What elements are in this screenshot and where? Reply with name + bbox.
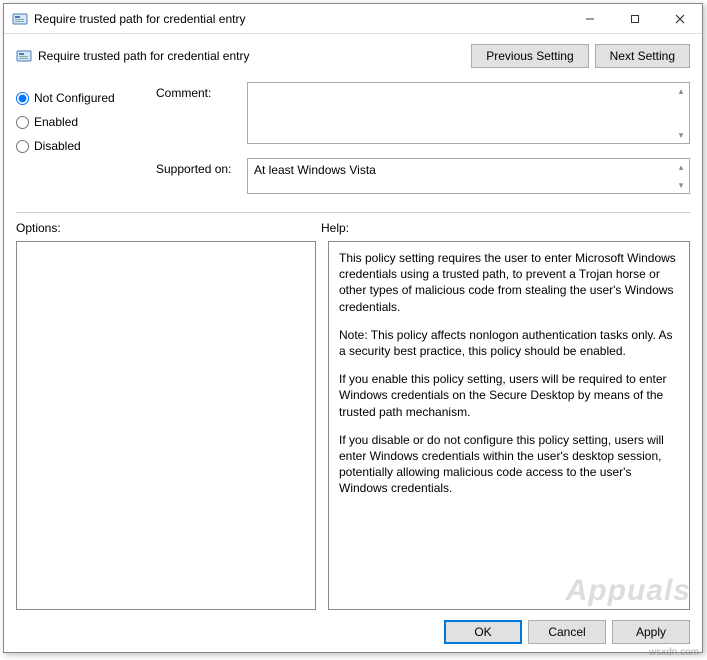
help-paragraph: Note: This policy affects nonlogon authe…: [339, 327, 679, 359]
lower-panel: This policy setting requires the user to…: [16, 241, 690, 610]
radio-disabled-input[interactable]: [16, 140, 29, 153]
radio-label: Disabled: [34, 139, 81, 153]
fields-grid: Comment: ▴ ▾ Supported on: At least Wind…: [156, 82, 690, 194]
radio-enabled[interactable]: Enabled: [16, 110, 146, 134]
radio-not-configured[interactable]: Not Configured: [16, 86, 146, 110]
apply-button[interactable]: Apply: [612, 620, 690, 644]
supported-scrollbar[interactable]: ▴ ▾: [673, 159, 689, 193]
separator: [16, 212, 690, 213]
policy-icon: [12, 11, 28, 27]
next-setting-button[interactable]: Next Setting: [595, 44, 690, 68]
comment-value: [248, 83, 689, 91]
help-paragraph: If you disable or do not configure this …: [339, 432, 679, 497]
comment-label: Comment:: [156, 82, 241, 100]
cancel-button[interactable]: Cancel: [528, 620, 606, 644]
comment-scrollbar[interactable]: ▴ ▾: [673, 83, 689, 143]
header-row: Require trusted path for credential entr…: [16, 44, 690, 68]
comment-field[interactable]: ▴ ▾: [247, 82, 690, 144]
previous-setting-button[interactable]: Previous Setting: [471, 44, 588, 68]
radio-enabled-input[interactable]: [16, 116, 29, 129]
ok-button[interactable]: OK: [444, 620, 522, 644]
minimize-button[interactable]: [567, 4, 612, 33]
window-controls: [567, 4, 702, 33]
radio-label: Not Configured: [34, 91, 115, 105]
window-title: Require trusted path for credential entr…: [34, 12, 567, 26]
policy-name: Require trusted path for credential entr…: [38, 49, 471, 63]
help-paragraph: If you enable this policy setting, users…: [339, 371, 679, 420]
supported-on-value: At least Windows Vista: [248, 159, 689, 181]
pane-labels: Options: Help:: [16, 221, 690, 235]
nav-buttons: Previous Setting Next Setting: [471, 44, 690, 68]
upper-panel: Not Configured Enabled Disabled Comment:…: [16, 82, 690, 194]
scroll-down-icon[interactable]: ▾: [673, 177, 689, 193]
policy-icon: [16, 48, 32, 64]
content-area: Require trusted path for credential entr…: [4, 34, 702, 652]
scroll-up-icon[interactable]: ▴: [673, 83, 689, 99]
scroll-down-icon[interactable]: ▾: [673, 127, 689, 143]
footer-buttons: OK Cancel Apply: [16, 610, 690, 644]
radio-not-configured-input[interactable]: [16, 92, 29, 105]
title-bar: Require trusted path for credential entr…: [4, 4, 702, 34]
close-button[interactable]: [657, 4, 702, 33]
options-label: Options:: [16, 221, 321, 235]
supported-on-label: Supported on:: [156, 158, 241, 176]
maximize-button[interactable]: [612, 4, 657, 33]
state-radio-group: Not Configured Enabled Disabled: [16, 82, 146, 194]
dialog-window: Require trusted path for credential entr…: [3, 3, 703, 653]
help-pane: This policy setting requires the user to…: [328, 241, 690, 610]
help-paragraph: This policy setting requires the user to…: [339, 250, 679, 315]
radio-disabled[interactable]: Disabled: [16, 134, 146, 158]
supported-on-field: At least Windows Vista ▴ ▾: [247, 158, 690, 194]
scroll-up-icon[interactable]: ▴: [673, 159, 689, 175]
help-label: Help:: [321, 221, 349, 235]
options-pane: [16, 241, 316, 610]
radio-label: Enabled: [34, 115, 78, 129]
